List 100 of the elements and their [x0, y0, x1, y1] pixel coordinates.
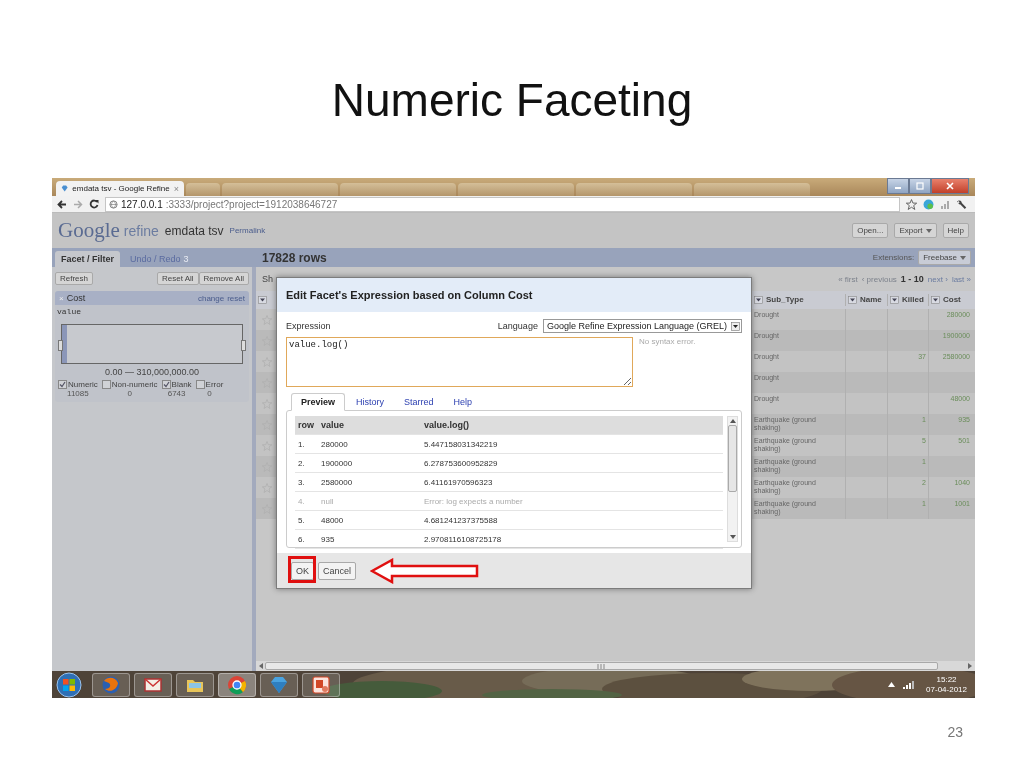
column-menu-icon[interactable]: [754, 296, 763, 304]
globe-icon: [109, 199, 118, 209]
choice-label: Error: [205, 380, 224, 389]
address-field[interactable]: 127.0.0.1 :3333/project?project=1912038646727: [105, 196, 900, 212]
slide-title: Numeric Faceting: [331, 74, 693, 126]
table-cell-text: 6.: [297, 534, 306, 544]
extensions-button[interactable]: Freebase: [918, 250, 971, 265]
caret-icon: [960, 255, 966, 260]
table-cell-text: 5.447158031342219: [424, 439, 499, 449]
column-title: Name: [860, 296, 882, 304]
scroll-down-icon[interactable]: [729, 535, 736, 539]
choice-count: 0: [127, 389, 132, 398]
extension-icon[interactable]: [923, 198, 934, 210]
dialog-tab[interactable]: Starred: [395, 394, 443, 410]
start-button[interactable]: [56, 671, 82, 698]
column-header: value: [321, 420, 345, 430]
scroll-left-icon[interactable]: [259, 663, 263, 669]
scroll-up-icon[interactable]: [729, 419, 736, 423]
range-handle[interactable]: [241, 340, 246, 351]
table-cell-text: 4.681241237375588: [424, 515, 499, 525]
choice-label: Non-numeric: [111, 380, 158, 389]
scrollbar[interactable]: [256, 661, 975, 671]
table-cell-text: 2.: [297, 458, 306, 468]
taskbar-icon[interactable]: [302, 672, 340, 697]
range-handle[interactable]: [58, 340, 63, 351]
choice-label: Numeric: [68, 380, 98, 389]
checkbox[interactable]: [161, 380, 171, 389]
forward-icon[interactable]: [73, 199, 83, 209]
signal-bars-icon[interactable]: [903, 680, 915, 689]
toolbar-button[interactable]: Open...: [852, 223, 889, 238]
toolbar-button[interactable]: Export: [894, 223, 937, 238]
table-cell-text: null: [321, 496, 335, 506]
wrench-icon[interactable]: [956, 198, 967, 210]
cancel-button[interactable]: Cancel: [318, 561, 357, 580]
checkbox[interactable]: [195, 380, 205, 389]
choice-count: 6743: [167, 389, 186, 398]
range-label: 0.00 — 310,000,000.00: [103, 367, 201, 377]
table-cell-text: 2.9708116108725178: [424, 534, 503, 544]
taskbar-icon[interactable]: [260, 672, 298, 697]
facet-expression: value: [56, 306, 82, 318]
refresh-button[interactable]: Refresh: [55, 272, 93, 285]
reset-all-button[interactable]: Reset All: [156, 272, 199, 285]
reload-icon[interactable]: [89, 199, 99, 209]
scroll-right-icon[interactable]: [968, 663, 972, 669]
language-label: Language: [497, 321, 538, 331]
diamond-icon: [61, 184, 69, 193]
close-icon: [946, 182, 954, 190]
ok-button[interactable]: OK: [291, 561, 314, 580]
column-title: Killed: [902, 296, 924, 304]
checkbox[interactable]: [58, 380, 67, 389]
dialog-tab[interactable]: Help: [444, 394, 482, 410]
table-cell-text: 1900000: [321, 458, 354, 468]
scrollbar[interactable]: [727, 416, 738, 542]
table-cell-text: Error: log expects a number: [424, 496, 524, 506]
expression-label: Expression: [286, 321, 331, 331]
table-cell-text: 935: [321, 534, 336, 544]
choice-count: 11085: [67, 389, 89, 398]
taskbar-icon[interactable]: [134, 672, 172, 697]
table-cell-text: 6.41161970596323: [424, 477, 494, 487]
minimize-button[interactable]: [887, 178, 909, 194]
checkbox[interactable]: [101, 380, 111, 389]
dialog-tab[interactable]: Preview: [291, 393, 346, 411]
back-icon[interactable]: [57, 199, 67, 209]
choice-label: Blank: [171, 380, 192, 389]
facet-title: Cost: [66, 293, 86, 303]
browser-tab[interactable]: emdata tsv - Google Refine ×: [56, 181, 184, 196]
grip-icon: [597, 663, 606, 669]
page-number: 23: [947, 724, 963, 740]
panel-tab[interactable]: Facet / Filter: [55, 251, 120, 267]
toolbar-button[interactable]: Help: [942, 223, 969, 238]
highlight-box: [288, 556, 316, 583]
table-cell-text: 6.278753600952829: [424, 458, 499, 468]
dialog-tab[interactable]: History: [347, 394, 394, 410]
maximize-icon: [916, 182, 924, 190]
column-menu-icon[interactable]: [258, 296, 267, 304]
expression-field[interactable]: value.log(): [286, 337, 633, 387]
column-header: row: [297, 420, 315, 430]
column-title: Cost: [943, 296, 961, 304]
project-name: emdata tsv: [164, 223, 224, 238]
table-cell-text: 48000: [321, 515, 345, 525]
column-header: value.log(): [424, 420, 470, 430]
column-menu-icon[interactable]: [848, 296, 857, 304]
maximize-button[interactable]: [909, 178, 931, 194]
extensions-label: Extensions:: [872, 253, 915, 262]
column-menu-icon[interactable]: [931, 296, 940, 304]
remove-all-button[interactable]: Remove All: [198, 272, 249, 285]
clock-time[interactable]: 15:22: [936, 674, 957, 685]
caret-icon: [925, 228, 932, 233]
column-menu-icon[interactable]: [890, 296, 899, 304]
row-count: 17828 rows: [262, 250, 327, 265]
product-name: refine: [123, 222, 159, 239]
permalink-link[interactable]: Permalink: [229, 226, 266, 235]
table-cell-text: 3.: [297, 477, 306, 487]
star-icon[interactable]: [906, 198, 917, 210]
taskbar-icon[interactable]: [176, 672, 214, 697]
taskbar-icon[interactable]: [218, 672, 256, 697]
clock-date[interactable]: 07-04-2012: [926, 684, 967, 695]
tray-arrow-icon[interactable]: [888, 682, 896, 687]
tab-title: emdata tsv - Google Refine: [72, 184, 170, 193]
language-select[interactable]: Google Refine Expression Language (GREL): [542, 319, 742, 333]
